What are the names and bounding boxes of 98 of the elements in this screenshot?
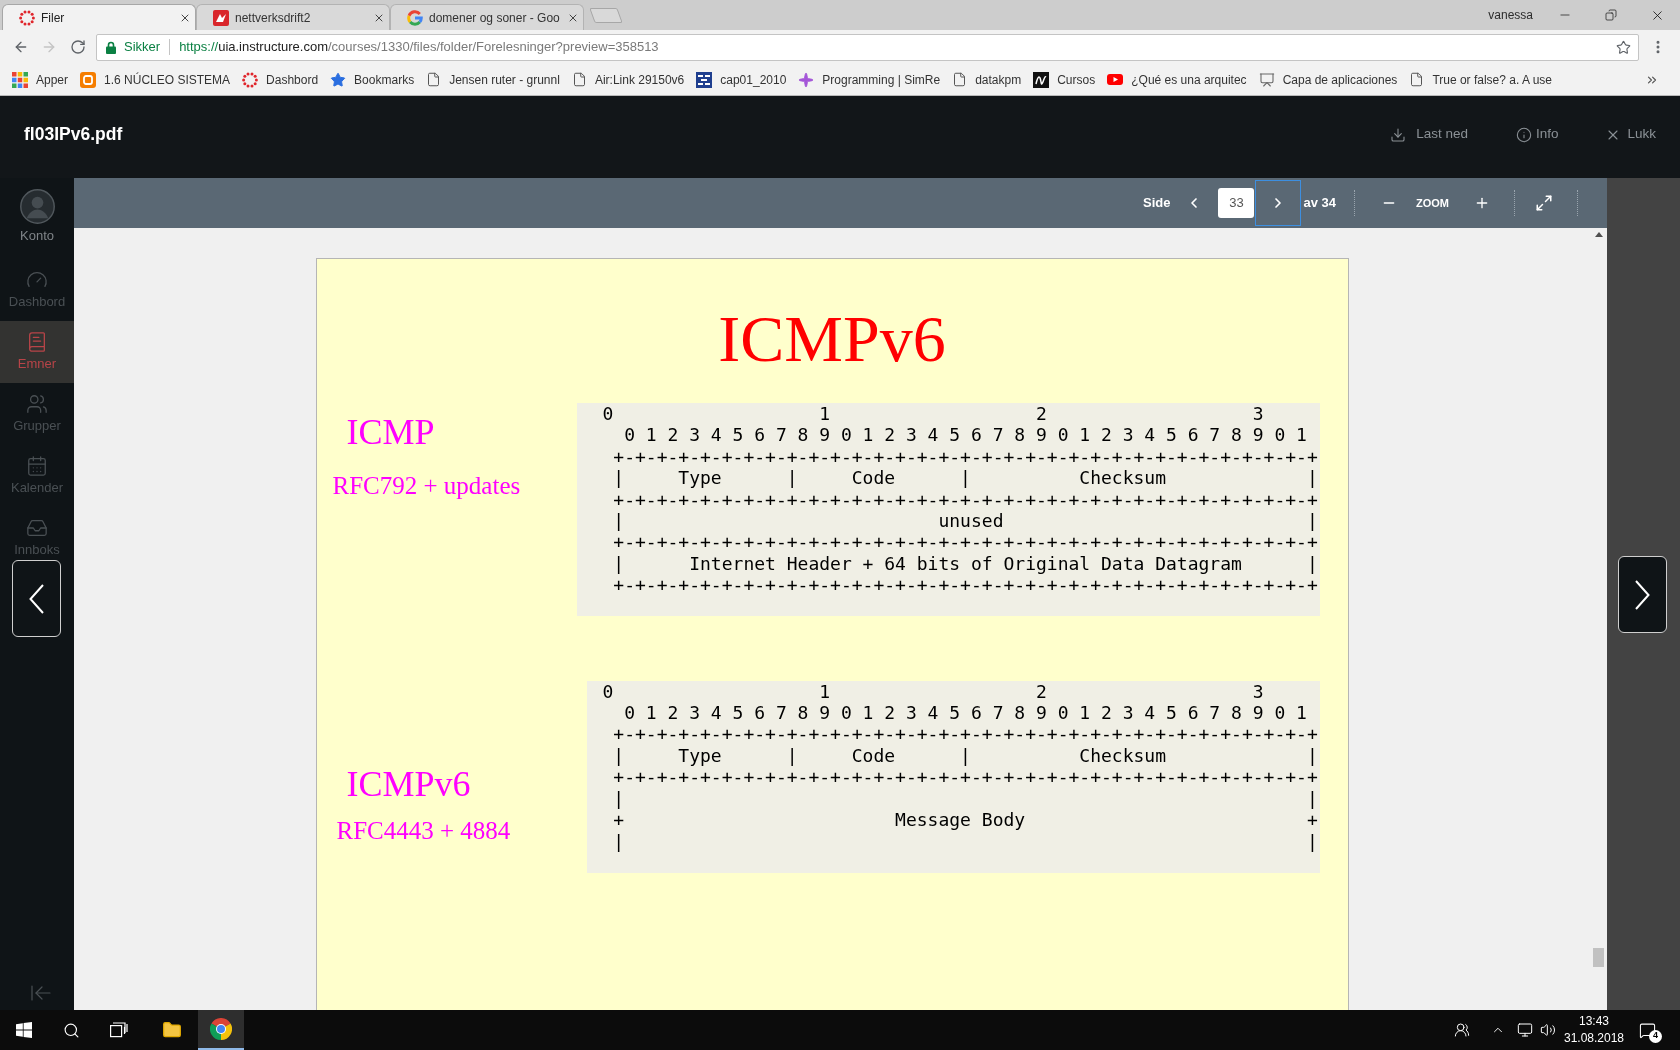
clock-time[interactable]: 13:43 — [1579, 1013, 1609, 1030]
security-label: Sikker — [124, 38, 161, 57]
file-name: fl03IPv6.pdf — [24, 123, 123, 147]
task-view-icon[interactable] — [110, 1022, 128, 1038]
reload-icon[interactable] — [70, 39, 86, 55]
download-icon — [1390, 126, 1407, 143]
url-text: https://uia.instructure.com/courses/1330/files/folder/Forelesninger?preview=358513 — [179, 38, 659, 57]
page-count: av 34 — [1303, 194, 1336, 213]
script-logo-icon — [1033, 71, 1050, 88]
avatar-icon — [19, 189, 55, 224]
protocol-label: ICMP — [346, 414, 435, 450]
bookmark-item[interactable]: Cursos — [1033, 70, 1096, 89]
slide-title: ICMPv6 — [718, 306, 946, 372]
page-icon — [952, 72, 968, 87]
book-icon — [26, 331, 48, 353]
previous-file-button[interactable] — [12, 560, 61, 637]
chevron-right-icon — [1635, 579, 1650, 610]
diagram-line: 0 1 2 3 — [602, 680, 1265, 703]
play-button-icon — [1107, 74, 1124, 85]
browser-tab[interactable]: Filer — [2, 4, 196, 30]
calendar-icon — [26, 455, 48, 477]
diagram-line: | Internet Header + 64 bits of Original Data Datagram | — [612, 552, 1318, 575]
bookmark-item[interactable]: True or false? a. A use — [1409, 70, 1552, 89]
plus-icon[interactable] — [1474, 195, 1490, 211]
next-file-button[interactable] — [1618, 556, 1667, 633]
striped-logo-icon — [696, 71, 713, 88]
tile-logo-icon — [213, 9, 229, 26]
diagram-line: | | — [612, 787, 1318, 810]
diagram-line: +-+-+-+-+-+-+-+-+-+-+-+-+-+-+-+-+-+-+-+-+-+-+-+-+-+-+-+-+-+-+-+-+ — [612, 531, 1318, 553]
close-button[interactable]: Lukk — [1605, 124, 1656, 145]
users-icon — [26, 393, 48, 415]
diagram-line: + Message Body + — [612, 809, 1318, 831]
bookmark-item[interactable]: Bookmarks — [330, 70, 415, 89]
bookmark-item[interactable]: ¿Qué es una arquitec — [1107, 70, 1247, 89]
sparkle-icon — [798, 71, 815, 88]
clock-date[interactable]: 31.08.2018 — [1563, 1030, 1625, 1047]
lock-icon — [106, 40, 116, 54]
diagram-line: | Type | Code | Checksum | — [612, 467, 1318, 489]
people-icon[interactable] — [1454, 1022, 1470, 1038]
bookmark-item[interactable]: 1.6 NÚCLEO SISTEMA — [80, 70, 231, 89]
diagram-line: 0 1 2 3 4 5 6 7 8 9 0 1 2 3 4 5 6 7 8 9 0 1 2 3 4 5 6 7 8 9 0 1 — [623, 424, 1308, 446]
bookmark-item[interactable]: Apper — [12, 70, 69, 89]
bookmark-item[interactable]: Jensen ruter - grunnl — [426, 70, 560, 89]
bookmark-item[interactable]: Dashbord — [242, 70, 319, 89]
browser-tab[interactable]: domener og soner - Goo — [390, 4, 584, 30]
chevron-left-icon — [29, 583, 44, 614]
ring-logo-icon — [407, 9, 423, 26]
speaker-icon[interactable] — [1540, 1022, 1556, 1038]
notification-badge: 4 — [1649, 1029, 1662, 1043]
page-label: Side — [1143, 194, 1171, 213]
windows-logo-icon[interactable] — [15, 1022, 32, 1038]
info-icon — [1515, 126, 1532, 143]
download-button[interactable]: Last ned — [1390, 124, 1468, 145]
rfc-reference: RFC792 + updates — [332, 473, 521, 498]
diagram-line: | | — [612, 830, 1318, 852]
diagram-line: +-+-+-+-+-+-+-+-+-+-+-+-+-+-+-+-+-+-+-+-+-+-+-+-+-+-+-+-+-+-+-+-+ — [612, 445, 1318, 468]
bookmark-item[interactable]: Air:Link 29150v6 — [571, 70, 685, 89]
expand-arrows-icon[interactable] — [1535, 194, 1553, 212]
bookmark-item[interactable]: Capa de aplicaciones — [1258, 70, 1398, 89]
diagram-line: +-+-+-+-+-+-+-+-+-+-+-+-+-+-+-+-+-+-+-+-+-+-+-+-+-+-+-+-+-+-+-+-+ — [612, 723, 1318, 745]
dotted-ring-icon — [242, 71, 259, 88]
dotted-ring-icon — [19, 9, 35, 26]
apps-grid-icon — [12, 71, 28, 88]
restore-icon[interactable] — [1605, 9, 1617, 21]
diagram-line: +-+-+-+-+-+-+-+-+-+-+-+-+-+-+-+-+-+-+-+-+-+-+-+-+-+-+-+-+-+-+-+-+ — [612, 488, 1318, 511]
page-icon — [1409, 72, 1425, 87]
rfc-reference: RFC4443 + 4884 — [336, 817, 511, 843]
address-field[interactable]: Sikker https://uia.instructure.com/courses/1330/files/folder/Forelesninger?preview=358513 — [96, 33, 1639, 61]
square-logo-icon — [80, 71, 97, 88]
star-icon[interactable] — [1616, 39, 1631, 55]
zoom-label: ZOOM — [1416, 195, 1449, 211]
scrollbar-thumb[interactable] — [1593, 948, 1604, 967]
profile-button[interactable]: vanessa — [1488, 6, 1533, 24]
page-icon — [426, 72, 442, 87]
diagram-line: | Type | Code | Checksum | — [612, 744, 1318, 767]
star-icon — [330, 71, 347, 88]
page-icon — [571, 72, 587, 87]
chrome-logo-icon — [210, 1018, 232, 1040]
search-icon[interactable] — [62, 1021, 80, 1039]
folder-icon — [162, 1020, 182, 1040]
info-button[interactable]: Info — [1515, 124, 1559, 145]
sidebar-item[interactable]: Konto — [0, 178, 74, 259]
inbox-tray-icon — [26, 517, 48, 539]
monitor-icon[interactable] — [1517, 1022, 1533, 1038]
diagram-line: 0 1 2 3 — [602, 403, 1265, 425]
page-number-field[interactable]: 33 — [1218, 188, 1255, 218]
browser-tab[interactable]: nettverksdrift2 — [196, 4, 390, 30]
diagram-line: +-+-+-+-+-+-+-+-+-+-+-+-+-+-+-+-+-+-+-+-+-+-+-+-+-+-+-+-+-+-+-+-+ — [612, 766, 1318, 788]
protocol-label: ICMPv6 — [346, 765, 471, 802]
presentation-board-icon — [1258, 71, 1275, 88]
diagram-line: +-+-+-+-+-+-+-+-+-+-+-+-+-+-+-+-+-+-+-+-+-+-+-+-+-+-+-+-+-+-+-+-+ — [612, 574, 1318, 596]
scroll-up-icon[interactable] — [1594, 232, 1603, 237]
bookmark-item[interactable]: datakpm — [952, 70, 1022, 89]
taskbar-app-button[interactable] — [198, 1010, 244, 1050]
diagram-line: | unused | — [612, 510, 1318, 532]
bookmark-item[interactable]: cap01_2010 — [696, 70, 787, 89]
diagram-line: 0 1 2 3 4 5 6 7 8 9 0 1 2 3 4 5 6 7 8 9 0 1 2 3 4 5 6 7 8 9 0 1 — [623, 702, 1308, 724]
bookmark-item[interactable]: Programming | SimRe — [798, 70, 941, 89]
